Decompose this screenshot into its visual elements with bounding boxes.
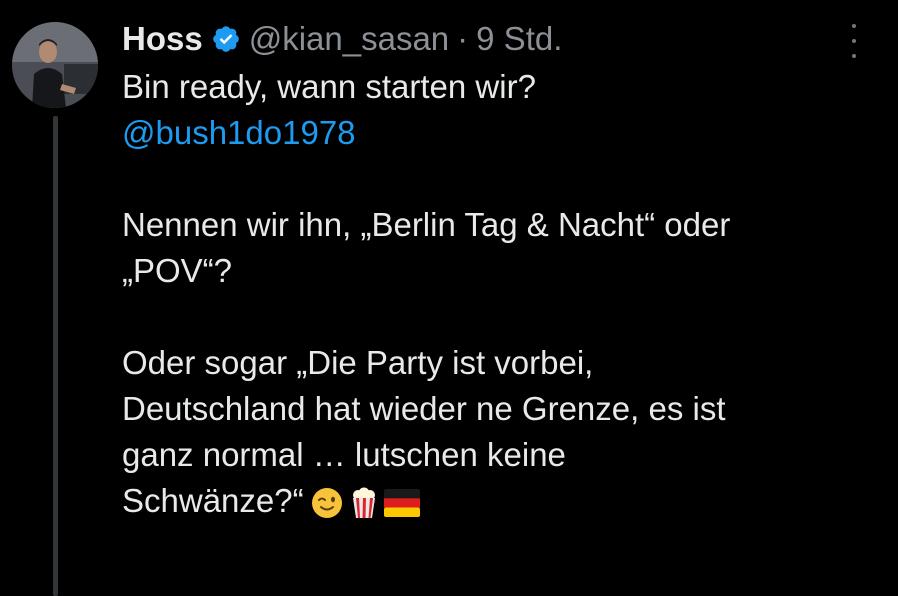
tweet-text-line: Deutschland hat wieder ne Grenze, es ist xyxy=(122,390,726,427)
tweet-timestamp[interactable]: 9 Std. xyxy=(476,16,562,62)
tweet-text-line: Nennen wir ihn, „Berlin Tag & Nacht“ ode… xyxy=(122,206,731,243)
verified-badge-icon xyxy=(211,24,241,54)
paragraph-break xyxy=(122,156,882,202)
thread-connector-line xyxy=(53,116,58,596)
emoji-group xyxy=(310,486,420,520)
author-display-name[interactable]: Hoss xyxy=(122,16,203,62)
paragraph-break xyxy=(122,294,882,340)
meta-separator: · xyxy=(457,20,469,57)
tweet-text-line: Schwänze?“ xyxy=(122,482,304,519)
author-handle[interactable]: @kian_sasan xyxy=(249,16,449,62)
tweet-header: Hoss @kian_sasan · 9 Std. xyxy=(122,16,562,62)
winking-face-emoji xyxy=(311,488,342,519)
tweet-text-line: „POV“? xyxy=(122,252,233,289)
avatar[interactable] xyxy=(12,22,98,108)
germany-flag-emoji xyxy=(383,489,420,518)
tweet-text-last-line: Schwänze?“ xyxy=(122,478,882,524)
more-options-icon[interactable] xyxy=(842,24,866,58)
tweet-text-line: Bin ready, wann starten wir? xyxy=(122,68,536,105)
tweet-text: Bin ready, wann starten wir? @bush1do197… xyxy=(122,64,882,524)
tweet-text-line: Oder sogar „Die Party ist vorbei, xyxy=(122,344,594,381)
avatar-photo-icon xyxy=(12,22,98,108)
popcorn-emoji xyxy=(352,487,375,519)
mention-link[interactable]: @bush1do1978 xyxy=(122,110,882,156)
tweet-text-line: ganz normal … lutschen keine xyxy=(122,436,566,473)
